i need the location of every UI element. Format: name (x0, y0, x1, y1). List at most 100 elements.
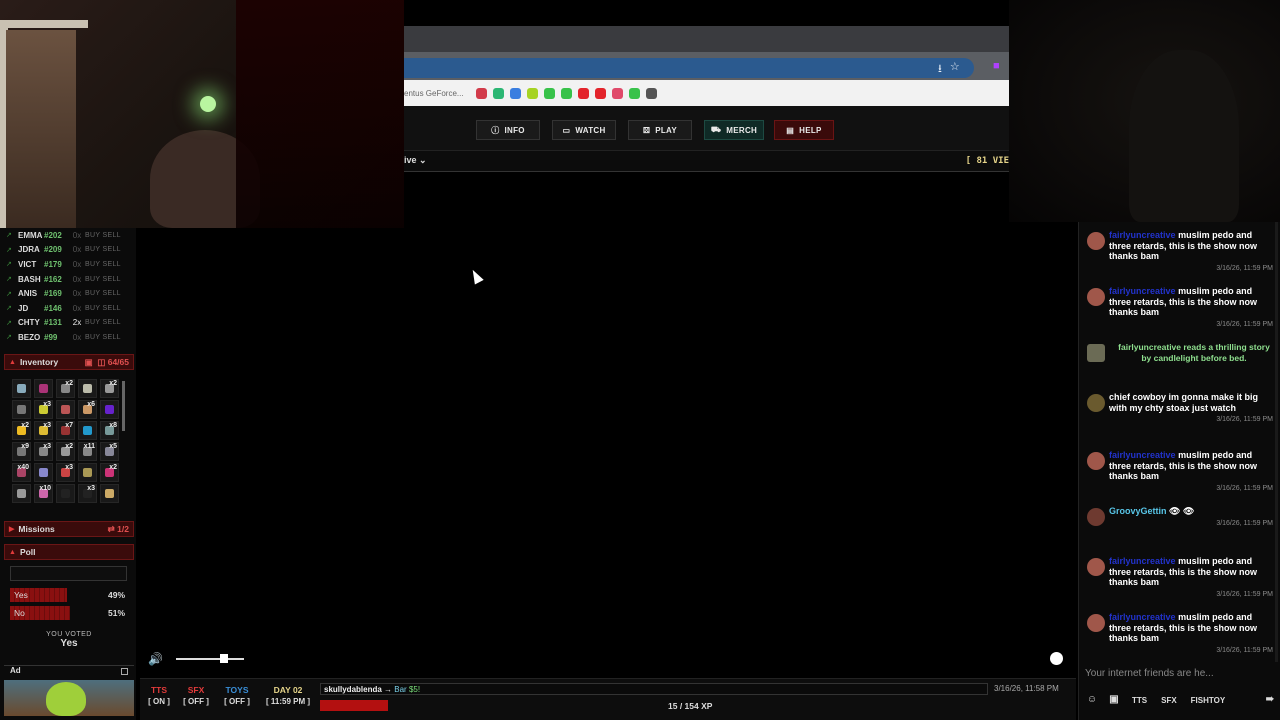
chat-username[interactable]: fairlyuncreative (1109, 286, 1176, 296)
volume-slider[interactable] (176, 658, 244, 660)
toys-toggle[interactable]: TOYS [ OFF ] (220, 685, 254, 706)
inventory-slot[interactable]: x2 (56, 442, 75, 461)
help-button[interactable]: ▤ HELP (774, 120, 834, 140)
inventory-slot[interactable]: x3 (56, 463, 75, 482)
poll-option-yes[interactable]: Yes 49% (10, 588, 127, 602)
buy-button[interactable]: BUY (85, 261, 100, 268)
avatar[interactable] (1087, 232, 1105, 250)
live-dropdown[interactable]: ive ⌄ (404, 155, 427, 166)
inventory-slot[interactable] (78, 421, 97, 440)
send-icon[interactable]: ➠ (1263, 694, 1277, 706)
sell-button[interactable]: SELL (103, 246, 121, 253)
inventory-slot[interactable] (34, 463, 53, 482)
sfx-toggle[interactable]: SFX [ OFF ] (180, 685, 212, 706)
buy-button[interactable]: BUY (85, 305, 100, 312)
bookmark-icon[interactable] (628, 87, 640, 99)
avatar[interactable] (1087, 508, 1105, 526)
bookmark-icon[interactable] (475, 87, 487, 99)
buy-button[interactable]: BUY (85, 319, 100, 326)
inventory-header[interactable]: ▲ Inventory ▣ ◫ 64/65 (4, 354, 134, 370)
watch-button[interactable]: ▭ WATCH (552, 120, 616, 140)
bookmark-icon[interactable] (611, 87, 623, 99)
buy-button[interactable]: BUY (85, 276, 100, 283)
inventory-slot[interactable]: x3 (78, 484, 97, 503)
sfx-button[interactable]: SFX (1158, 695, 1180, 706)
sell-button[interactable]: SELL (103, 290, 121, 297)
inventory-slot[interactable] (12, 379, 31, 398)
poll-header[interactable]: ▲ Poll (4, 544, 134, 560)
refresh-icon[interactable]: ⇄ (108, 524, 115, 534)
chat-scrollbar[interactable] (1275, 222, 1278, 662)
merch-button[interactable]: ⛟ MERCH (704, 120, 764, 140)
inventory-slot[interactable] (100, 400, 119, 419)
youtube-icon[interactable] (577, 87, 589, 99)
bookmark-star-icon[interactable]: ☆ (950, 60, 960, 79)
chat-username[interactable]: GroovyGettin (1109, 506, 1167, 516)
poll-option-no[interactable]: No 51% (10, 606, 127, 620)
inventory-slot[interactable]: x3 (34, 400, 53, 419)
chat-input[interactable]: Your internet friends are he... (1085, 668, 1275, 682)
inventory-slot[interactable]: x11 (78, 442, 97, 461)
ad-image[interactable] (4, 680, 134, 716)
inventory-slot[interactable]: x8 (100, 421, 119, 440)
bookmark-icon[interactable] (526, 87, 538, 99)
inventory-slot[interactable]: x9 (12, 442, 31, 461)
sell-button[interactable]: SELL (103, 305, 121, 312)
emoji-icon[interactable]: ☺ (1085, 694, 1099, 706)
inventory-slot[interactable] (34, 379, 53, 398)
inventory-slot[interactable]: x2 (100, 463, 119, 482)
bookmark-geforce[interactable]: entus GeForce... (404, 89, 464, 98)
chat-username[interactable]: chief cowboy (1109, 392, 1166, 402)
inventory-slot[interactable] (100, 484, 119, 503)
info-button[interactable]: ⓘ INFO (476, 120, 540, 140)
extension-icon[interactable]: ■ (993, 60, 1000, 72)
buy-button[interactable]: BUY (85, 232, 100, 239)
sell-button[interactable]: SELL (103, 261, 121, 268)
avatar[interactable] (1087, 452, 1105, 470)
fullscreen-dot-icon[interactable] (1050, 652, 1063, 665)
buy-button[interactable]: BUY (85, 246, 100, 253)
buy-button[interactable]: BUY (85, 334, 100, 341)
inventory-slot[interactable]: x6 (78, 400, 97, 419)
sell-button[interactable]: SELL (103, 319, 121, 326)
avatar[interactable] (1087, 394, 1105, 412)
chat-username[interactable]: fairlyuncreative (1109, 450, 1176, 460)
chat-username[interactable]: fairlyuncreative (1109, 612, 1176, 622)
bookmark-icon[interactable] (509, 87, 521, 99)
address-bar[interactable] (404, 58, 974, 78)
inventory-slot[interactable]: x2 (100, 379, 119, 398)
inventory-slot[interactable]: x5 (100, 442, 119, 461)
inventory-slot[interactable] (78, 379, 97, 398)
install-icon[interactable]: ⭳ (938, 60, 942, 79)
inventory-slot[interactable]: x2 (56, 379, 75, 398)
inventory-slot[interactable] (56, 400, 75, 419)
bookmark-icon[interactable] (492, 87, 504, 99)
inventory-slot[interactable] (78, 463, 97, 482)
bookmark-icon[interactable] (543, 87, 555, 99)
play-button[interactable]: ⚄ PLAY (628, 120, 692, 140)
youtube-icon[interactable] (594, 87, 606, 99)
ad-info-icon[interactable] (121, 668, 128, 675)
volume-icon[interactable]: 🔊 (148, 652, 163, 666)
github-icon[interactable] (645, 87, 657, 99)
missions-header[interactable]: ▶ Missions ⇄ 1/2 (4, 521, 134, 537)
inventory-slot[interactable]: x40 (12, 463, 31, 482)
volume-knob[interactable] (220, 654, 228, 663)
tts-button[interactable]: TTS (1129, 695, 1150, 706)
inventory-slot[interactable] (56, 484, 75, 503)
chat-username[interactable]: fairlyuncreative (1109, 230, 1176, 240)
inventory-slot[interactable]: x3 (34, 421, 53, 440)
inventory-slot[interactable] (12, 400, 31, 419)
inventory-slot[interactable]: x7 (56, 421, 75, 440)
sell-button[interactable]: SELL (103, 334, 121, 341)
inventory-slot[interactable]: x10 (34, 484, 53, 503)
sell-button[interactable]: SELL (103, 232, 121, 239)
sell-button[interactable]: SELL (103, 276, 121, 283)
gift-icon[interactable]: ▣ (1107, 694, 1121, 706)
avatar[interactable] (1087, 614, 1105, 632)
fishtoy-button[interactable]: FISHTOY (1188, 695, 1229, 706)
avatar[interactable] (1087, 558, 1105, 576)
inventory-slot[interactable]: x3 (34, 442, 53, 461)
tts-toggle[interactable]: TTS [ ON ] (146, 685, 172, 706)
inventory-scrollbar[interactable] (122, 381, 125, 431)
